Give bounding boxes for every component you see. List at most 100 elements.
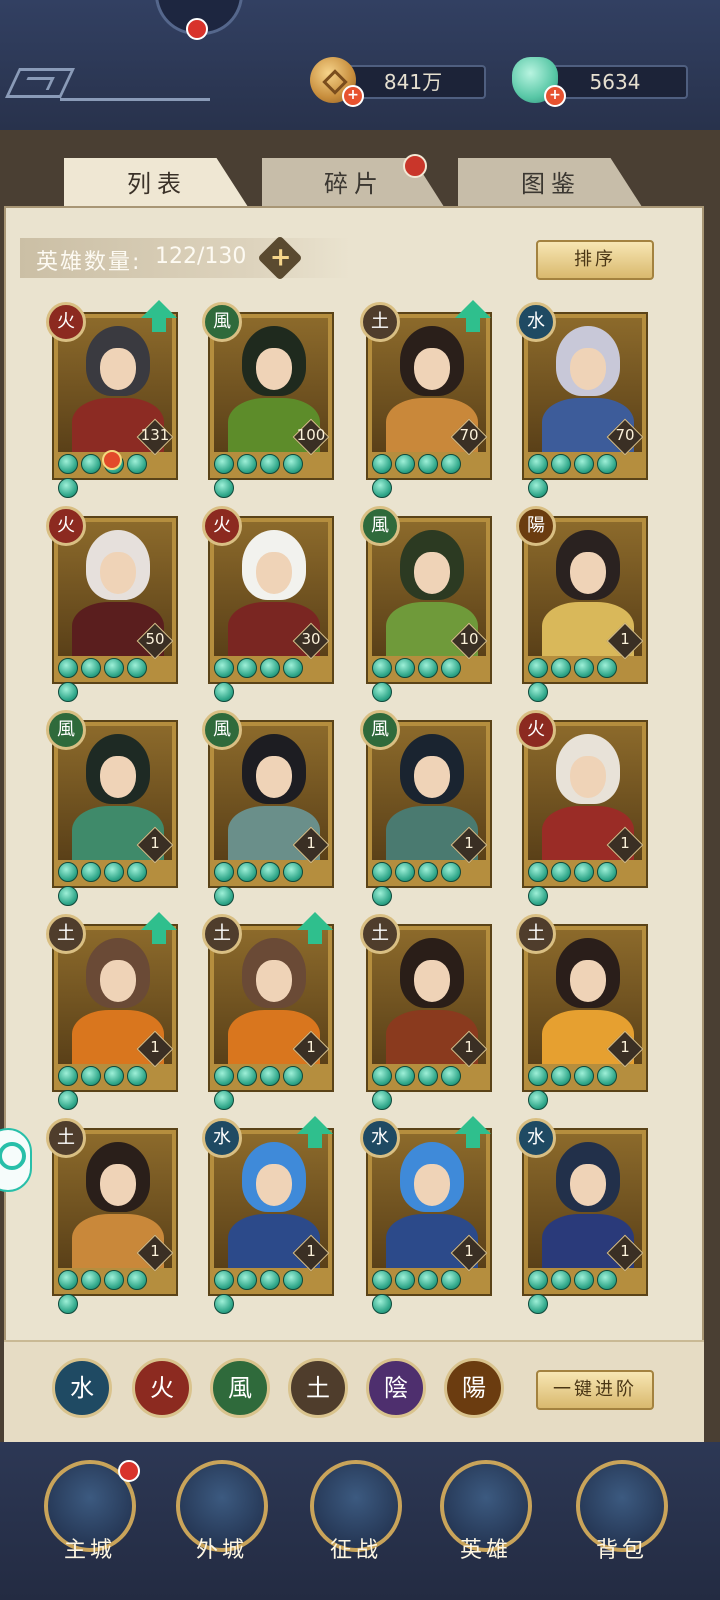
nav-item[interactable]: 征战 [306,1460,406,1590]
star-icon [597,658,617,678]
hero-card[interactable]: 1風 [360,710,494,906]
element-icon: 風 [202,710,242,750]
star-icon [418,454,438,474]
notification-dot [118,1460,140,1482]
nav-item[interactable]: 英雄 [436,1460,536,1590]
hero-card[interactable]: 1土 [202,912,336,1110]
sort-button[interactable]: 排序 [536,240,654,280]
add-jade-icon[interactable]: + [544,85,566,107]
star-icon [283,862,303,882]
star-icon [214,682,234,702]
element-icon: 水 [516,302,556,342]
hero-card[interactable]: 30 火 [202,506,336,702]
hero-card[interactable]: 1陽 [516,506,650,702]
hero-level: 1 [464,1038,474,1056]
nav-label: 征战 [329,1538,382,1563]
element-filter-button[interactable]: 火 [132,1358,192,1418]
hero-level: 10 [459,630,479,648]
hero-card[interactable]: 100 風 [202,302,336,498]
hero-card[interactable]: 1火 [516,710,650,906]
star-icon [283,454,303,474]
star-icon [58,1090,78,1110]
element-filter-button[interactable]: 陽 [444,1358,504,1418]
advance-all-button[interactable]: 一键进阶 [536,1370,654,1410]
fragments-badge [403,154,427,178]
element-filter-button[interactable]: 風 [210,1358,270,1418]
nav-item[interactable]: 主城 [40,1460,140,1590]
hero-card[interactable]: 1水 [202,1116,336,1314]
star-icon [58,682,78,702]
star-icon [528,1270,548,1290]
star-icon [574,1066,594,1086]
element-filter-button[interactable]: 陰 [366,1358,426,1418]
floating-assistant-icon[interactable] [0,1128,32,1192]
hero-level: 1 [620,834,630,852]
jade-currency[interactable]: 5634 + [512,57,692,107]
star-icon [551,1270,571,1290]
hero-face [256,960,292,1002]
add-coin-icon[interactable]: + [342,85,364,107]
hero-count-label: 英雄数量: [36,250,142,275]
star-icon [214,1066,234,1086]
element-icon: 風 [46,710,86,750]
hero-level: 1 [464,1242,474,1260]
hero-card[interactable]: 1水 [516,1118,650,1314]
player-avatar[interactable] [155,0,243,40]
hero-card[interactable]: 131 火 [46,300,180,498]
hero-level-badge: 50 [136,622,174,660]
hero-card[interactable]: 1土 [516,914,650,1110]
hero-card[interactable]: 1風 [202,710,336,906]
hero-card[interactable]: 1土 [360,914,494,1110]
upgrade-arrow-icon [136,912,182,946]
element-icon: 火 [46,302,86,342]
nav-item[interactable]: 外城 [172,1460,272,1590]
star-icon [214,1270,234,1290]
star-icon [81,454,101,474]
hero-face [100,552,136,594]
hero-card[interactable]: 1水 [360,1116,494,1314]
star-icon [418,862,438,882]
hero-face [570,756,606,798]
hero-card[interactable]: 10 風 [360,506,494,702]
nav-item[interactable]: 背包 [572,1460,672,1590]
star-icon [58,478,78,498]
hero-card[interactable]: 1風 [46,710,180,906]
hero-level: 1 [150,1242,160,1260]
hero-level-badge: 1 [606,622,644,660]
star-icon [260,454,280,474]
star-icon [528,1066,548,1086]
hero-face [414,348,450,390]
star-icon [574,1270,594,1290]
star-icon [395,1270,415,1290]
hero-card[interactable]: 1土 [46,912,182,1110]
star-icon [551,1066,571,1086]
star-icon [441,1066,461,1086]
hero-card[interactable]: 70 土 [360,300,494,498]
element-filter-button[interactable]: 水 [52,1358,112,1418]
hero-level: 1 [620,1242,630,1260]
hero-face [570,960,606,1002]
star-icon [237,658,257,678]
star-icon [283,658,303,678]
element-filter-button[interactable]: 土 [288,1358,348,1418]
fret-ornament-icon [5,68,75,98]
hero-card[interactable]: 70 水 [516,302,650,498]
hero-card[interactable]: 50 火 [46,506,180,702]
element-icon: 土 [46,1118,86,1158]
hero-stars [214,454,328,498]
star-icon [597,1270,617,1290]
hero-stars [372,454,486,498]
hero-level-badge: 1 [136,826,174,864]
hero-level: 1 [150,1038,160,1056]
star-icon [395,862,415,882]
star-icon [395,1066,415,1086]
hero-card[interactable]: 1土 [46,1118,180,1314]
coin-currency[interactable]: 841万 + [310,57,490,107]
hero-level: 70 [459,426,479,444]
star-icon [528,862,548,882]
hero-level: 1 [464,834,474,852]
element-icon: 水 [516,1118,556,1158]
hero-stars [528,454,642,498]
hero-level-badge: 1 [292,1234,330,1272]
star-icon [528,454,548,474]
